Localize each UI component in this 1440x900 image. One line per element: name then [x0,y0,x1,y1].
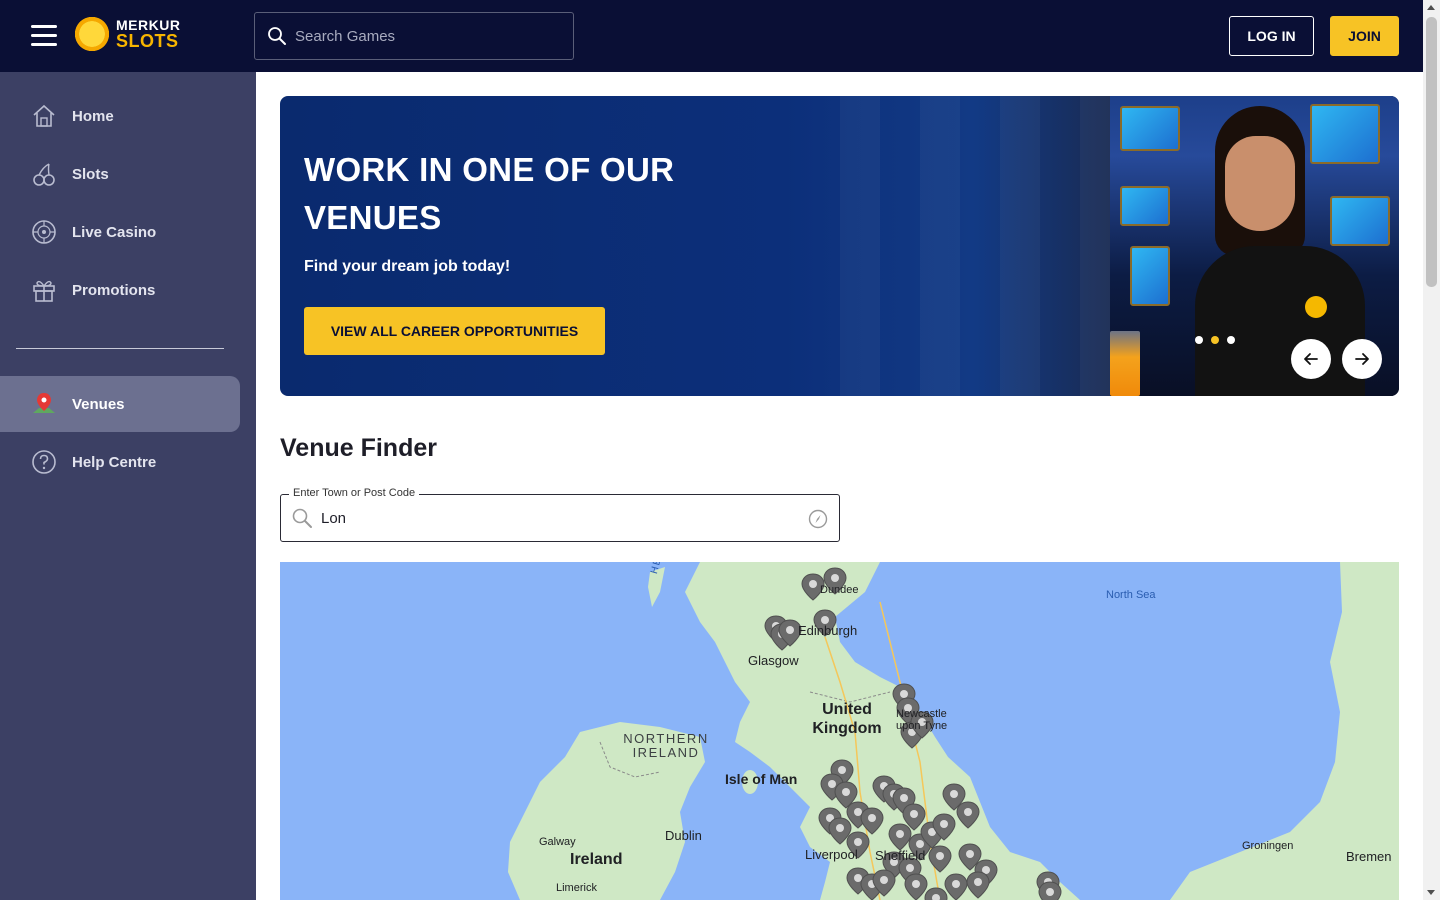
sidebar-item-label: Live Casino [72,223,157,241]
map-label-liverpool: Liverpool [805,847,858,862]
join-button[interactable]: JOIN [1330,16,1399,56]
logo-text-top: MERKUR [116,17,181,33]
gift-icon [30,276,58,304]
sidebar-item-label: Help Centre [72,453,157,471]
roulette-icon [30,218,58,246]
search-icon [292,508,312,528]
map-label-galway: Galway [539,836,576,848]
scroll-down-arrow-icon[interactable] [1427,890,1435,895]
cherries-icon [30,160,58,188]
map-label-bremen: Bremen [1346,849,1392,864]
banner-title: WORK IN ONE OF OUR VENUES [304,151,675,236]
map-label-edinburgh: Edinburgh [798,623,858,638]
map-pin-icon [30,390,58,418]
sidebar-item-label: Promotions [72,281,156,299]
view-careers-button[interactable]: VIEW ALL CAREER OPPORTUNITIES [304,307,605,355]
venue-search-field[interactable]: Enter Town or Post Code [280,487,840,542]
arrow-left-icon [1304,353,1318,365]
banner-subtitle: Find your dream job today! [304,258,511,275]
sidebar-nav: Home Slots Live Casino Promotions Venues… [0,72,256,900]
venue-map[interactable]: North Sea United Kingdom NORTHERN IRELAN… [280,562,1399,900]
town-postcode-input[interactable] [321,509,791,527]
map-label-limerick: Limerick [556,882,597,894]
carousel-prev-button[interactable] [1291,339,1331,379]
sidebar-item-label: Home [72,107,114,125]
sidebar-item-help-centre[interactable]: Help Centre [0,434,240,490]
compass-locate-icon[interactable] [808,509,828,529]
sidebar-item-promotions[interactable]: Promotions [0,262,240,318]
map-label-newcastle: Newcastle upon Tyne [896,708,948,732]
sidebar-item-home[interactable]: Home [0,88,240,144]
sidebar-item-slots[interactable]: Slots [0,146,240,202]
map-label-united-kingdom: United Kingdom [812,701,882,737]
sidebar-divider [16,348,224,349]
search-games-input[interactable] [295,27,555,45]
game-search[interactable] [254,12,574,60]
merkur-sun-icon [1305,296,1327,318]
map-label-ireland: Ireland [570,851,623,868]
map-label-north-sea: North Sea [1106,589,1156,601]
scroll-thumb[interactable] [1426,17,1437,287]
sidebar-item-venues[interactable]: Venues [0,376,240,432]
map-label-northern-ireland: NORTHERN IRELAND [623,731,709,760]
logo-text-bottom: SLOTS [116,31,179,51]
sun-logo-icon [68,10,116,58]
map-label-groningen: Groningen [1242,840,1294,852]
carousel-next-button[interactable] [1342,339,1382,379]
drink-glass-image [1110,331,1140,396]
map-label-sheffield: Sheffield [875,848,926,863]
sidebar-item-label: Slots [72,165,109,183]
venue-input-label: Enter Town or Post Code [289,487,420,499]
arrow-right-icon [1355,353,1369,365]
careers-banner: WORK IN ONE OF OUR VENUES Find your drea… [280,96,1399,396]
page-scrollbar[interactable] [1423,0,1440,900]
carousel-dots [1195,336,1235,344]
merkur-slots-logo[interactable]: MERKUR SLOTS [68,10,181,58]
map-label-glasgow: Glasgow [748,653,799,668]
map-label-isle-of-man: Isle of Man [725,771,798,787]
carousel-dot[interactable] [1227,336,1235,344]
search-icon [268,27,286,45]
sidebar-item-label: Venues [72,395,125,413]
scroll-up-arrow-icon[interactable] [1427,5,1435,10]
home-icon [30,102,58,130]
map-label-dundee: Dundee [820,584,859,596]
carousel-dot[interactable] [1195,336,1203,344]
carousel-dot-active[interactable] [1211,336,1219,344]
venue-finder-title: Venue Finder [280,434,437,462]
map-label-dublin: Dublin [665,828,702,843]
login-button[interactable]: LOG IN [1229,16,1314,56]
help-icon [30,448,58,476]
menu-icon[interactable] [31,25,57,47]
sidebar-item-live-casino[interactable]: Live Casino [0,204,240,260]
top-header: MERKUR SLOTS LOG IN JOIN [0,0,1423,72]
